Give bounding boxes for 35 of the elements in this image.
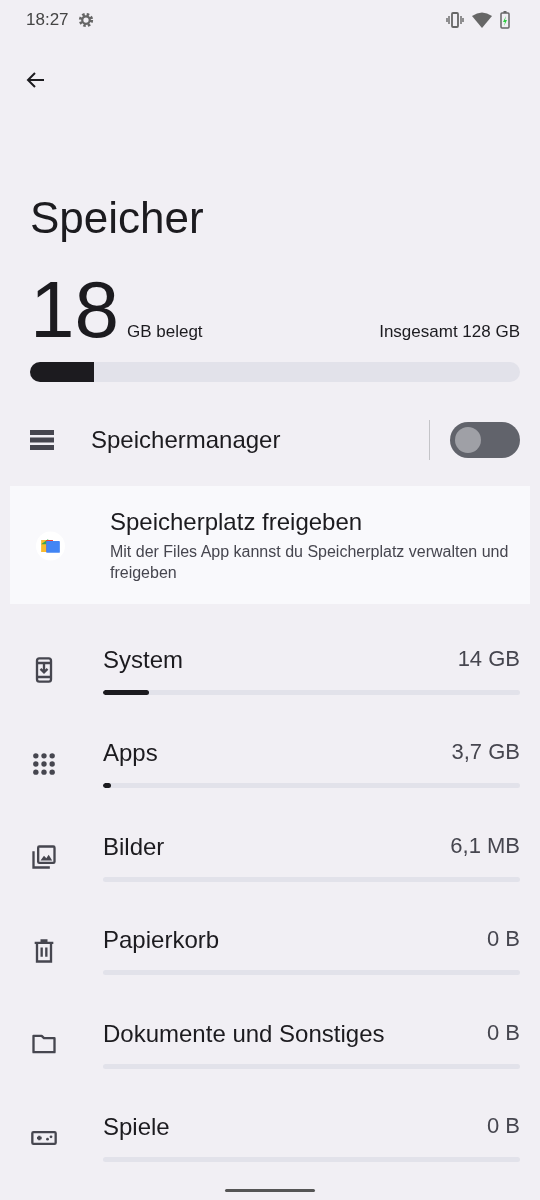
settings-icon xyxy=(76,11,95,29)
storage-manager-switch[interactable] xyxy=(450,422,520,458)
image-library-icon xyxy=(30,843,58,872)
gesture-handle[interactable] xyxy=(225,1189,315,1192)
category-name: System xyxy=(103,645,183,674)
storage-category[interactable]: Spiele 0 B xyxy=(0,1091,540,1185)
storage-manager-label: Speichermanager xyxy=(91,426,281,454)
used-unit: GB belegt xyxy=(127,322,203,342)
category-name: Spiele xyxy=(103,1113,170,1142)
storage-list-icon xyxy=(30,429,54,451)
free-up-card[interactable]: Speicherplatz freigeben Mit der Files App kannst du Speicherplatz verwalten und freigeben xyxy=(10,486,530,604)
storage-category[interactable]: System 14 GB xyxy=(0,623,540,718)
category-size: 6,1 MB xyxy=(450,832,520,860)
page-title: Speicher xyxy=(30,196,205,240)
storage-category[interactable]: Apps 3,7 GB xyxy=(0,717,540,811)
total-storage: Insgesamt 128 GB xyxy=(379,322,520,342)
category-size: 0 B xyxy=(486,926,520,954)
category-size: 14 GB xyxy=(457,645,520,673)
category-size: 0 B xyxy=(486,1113,520,1141)
storage-category[interactable]: Dokumente und Sonstiges 0 B xyxy=(0,997,540,1092)
used-amount: 18 xyxy=(30,278,119,342)
wifi-icon xyxy=(472,12,492,28)
category-size: 3,7 GB xyxy=(451,739,520,767)
storage-category[interactable]: Bilder 6,1 MB xyxy=(0,810,540,905)
storage-category[interactable]: Papierkorb 0 B xyxy=(0,904,540,998)
category-size: 0 B xyxy=(486,1019,520,1047)
category-name: Apps xyxy=(103,739,158,768)
category-name: Papierkorb xyxy=(103,926,220,955)
vibrate-icon xyxy=(446,12,464,28)
category-name: Bilder xyxy=(103,832,165,861)
card-description: Mit der Files App kannst du Speicherplatz verwalten und freigeben xyxy=(109,542,510,583)
category-name: Dokumente und Sonstiges xyxy=(103,1019,385,1048)
status-time: 18:27 xyxy=(26,10,69,30)
card-title: Speicherplatz freigeben xyxy=(109,508,364,536)
battery-charging-icon xyxy=(500,11,510,29)
